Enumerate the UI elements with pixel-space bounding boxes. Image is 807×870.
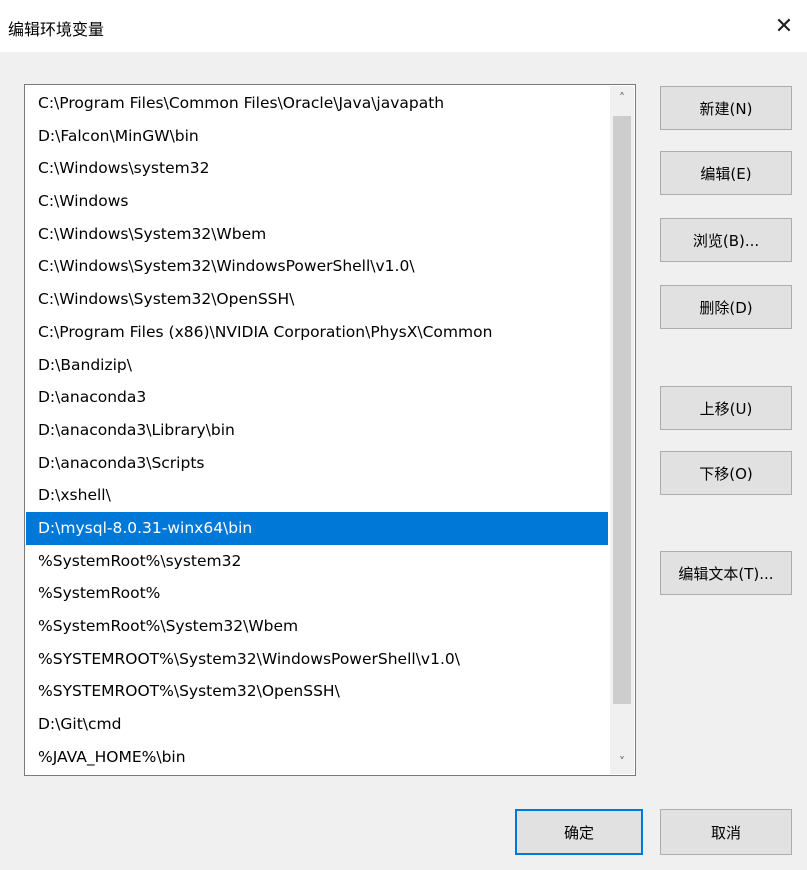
list-item[interactable]: D:\Bandizip\: [26, 349, 608, 382]
list-item[interactable]: %SYSTEMROOT%\System32\WindowsPowerShell\…: [26, 643, 608, 676]
list-item[interactable]: %JAVA_HOME%\bin: [26, 741, 608, 774]
scroll-up-icon[interactable]: ˄: [610, 86, 634, 110]
move-down-button[interactable]: 下移(O): [660, 451, 792, 495]
move-up-button[interactable]: 上移(U): [660, 386, 792, 430]
list-item[interactable]: D:\Falcon\MinGW\bin: [26, 120, 608, 153]
list-item[interactable]: %SystemRoot%: [26, 577, 608, 610]
list-item[interactable]: C:\Program Files\Common Files\Oracle\Jav…: [26, 87, 608, 120]
vertical-scrollbar[interactable]: ˄ ˅: [610, 86, 634, 774]
browse-button[interactable]: 浏览(B)...: [660, 218, 792, 262]
close-icon[interactable]: ✕: [761, 0, 807, 52]
list-item[interactable]: C:\Windows\system32: [26, 152, 608, 185]
list-item[interactable]: %SYSTEMROOT%\System32\OpenSSH\: [26, 675, 608, 708]
list-item[interactable]: D:\anaconda3: [26, 381, 608, 414]
path-list: C:\Program Files\Common Files\Oracle\Jav…: [26, 87, 608, 773]
delete-button[interactable]: 删除(D): [660, 285, 792, 329]
path-listbox[interactable]: C:\Program Files\Common Files\Oracle\Jav…: [24, 84, 636, 776]
scroll-thumb[interactable]: [613, 116, 631, 704]
edit-text-button[interactable]: 编辑文本(T)...: [660, 551, 792, 595]
scroll-down-icon[interactable]: ˅: [610, 750, 634, 774]
list-item[interactable]: D:\anaconda3\Scripts: [26, 447, 608, 480]
dialog-title: 编辑环境变量: [8, 20, 105, 39]
list-item[interactable]: C:\Windows\System32\OpenSSH\: [26, 283, 608, 316]
list-item[interactable]: D:\xshell\: [26, 479, 608, 512]
list-item[interactable]: D:\mysql-8.0.31-winx64\bin: [26, 511, 608, 545]
new-button[interactable]: 新建(N): [660, 86, 792, 130]
cancel-button[interactable]: 取消: [660, 809, 792, 855]
edit-button[interactable]: 编辑(E): [660, 151, 792, 195]
ok-button[interactable]: 确定: [515, 809, 643, 855]
list-item[interactable]: D:\anaconda3\Library\bin: [26, 414, 608, 447]
list-item[interactable]: C:\Windows: [26, 185, 608, 218]
list-item[interactable]: %SystemRoot%\System32\Wbem: [26, 610, 608, 643]
list-item[interactable]: %SystemRoot%\system32: [26, 545, 608, 578]
list-item[interactable]: D:\Git\cmd: [26, 708, 608, 741]
list-item[interactable]: C:\Windows\System32\Wbem: [26, 218, 608, 251]
list-item[interactable]: C:\Program Files (x86)\NVIDIA Corporatio…: [26, 316, 608, 349]
title-bar: 编辑环境变量 ✕: [0, 0, 807, 52]
list-item[interactable]: C:\Windows\System32\WindowsPowerShell\v1…: [26, 250, 608, 283]
